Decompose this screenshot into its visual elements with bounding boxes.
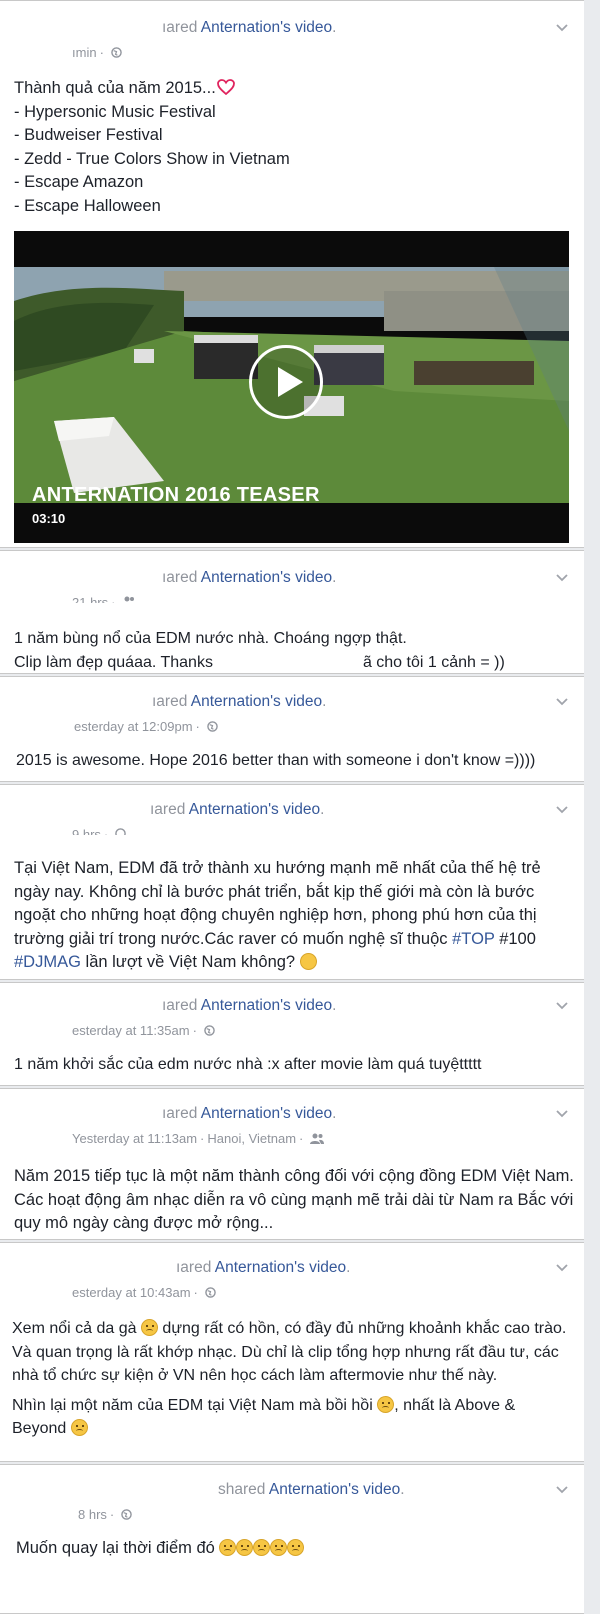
- post-time[interactable]: esterday at 10:43am: [72, 1285, 191, 1300]
- post-header: ıared Anternation's video.: [162, 1105, 337, 1122]
- smile-emoji: [140, 1319, 158, 1336]
- smile-emoji: [377, 1395, 395, 1413]
- crying-emoji: [287, 1539, 305, 1556]
- page-link[interactable]: Anternation: [189, 801, 268, 818]
- post-time[interactable]: 9 hrs: [72, 827, 101, 835]
- video-duration: 03:10: [32, 511, 66, 526]
- globe-icon: [121, 1509, 132, 1520]
- post-header: ıared Anternation's video.: [162, 569, 337, 586]
- post-text: Năm 2015 tiếp tục là một năm thành công …: [14, 1167, 574, 1232]
- post-time[interactable]: Yesterday at 11:13am: [72, 1131, 197, 1146]
- chevron-down-icon[interactable]: [554, 569, 570, 585]
- video-title: ANTERNATION 2016 TEASER: [32, 484, 320, 506]
- chevron-down-icon[interactable]: [554, 693, 570, 709]
- page-link[interactable]: Anternation: [215, 1259, 294, 1276]
- post-meta: esterday at 12:09pm ·: [74, 719, 218, 734]
- post-meta: Yesterday at 11:13am · Hanoi, Vietnam ·: [72, 1131, 324, 1146]
- post-meta: esterday at 10:43am ·: [72, 1285, 216, 1300]
- chevron-down-icon[interactable]: [554, 1259, 570, 1275]
- chevron-down-icon[interactable]: [554, 997, 570, 1013]
- play-button[interactable]: [249, 345, 323, 419]
- post-header: ıared Anternation's video.: [150, 801, 325, 818]
- post-meta: 8 hrs ·: [78, 1507, 132, 1522]
- page-link[interactable]: Anternation: [201, 1105, 280, 1122]
- post-text: 1 năm khởi sắc của edm nước nhà :x after…: [14, 1056, 482, 1073]
- post-meta: 21 hrs ·: [72, 595, 136, 603]
- chevron-down-icon[interactable]: [554, 1105, 570, 1121]
- feed-post: ıared Anternation's video. Yesterday at …: [0, 1088, 584, 1240]
- video-player[interactable]: ANTERNATION 2016 TEASER 03:10: [14, 231, 569, 543]
- post-meta: ımin ·: [72, 45, 122, 60]
- post-header: ıared Anternation's video.: [176, 1259, 351, 1276]
- chevron-down-icon[interactable]: [554, 1481, 570, 1497]
- post-time[interactable]: ımin: [72, 45, 97, 60]
- chevron-down-icon[interactable]: [554, 801, 570, 817]
- post-text: Muốn quay lại thời điểm đó: [16, 1537, 576, 1561]
- grimace-emoji: [299, 953, 317, 970]
- globe-icon: [115, 828, 126, 835]
- globe-icon: [206, 721, 218, 732]
- page-link[interactable]: Anternation: [201, 19, 280, 36]
- smile-emoji: [70, 1419, 88, 1436]
- crying-emoji: [253, 1539, 271, 1556]
- page-link[interactable]: Anternation: [201, 569, 280, 586]
- play-icon: [278, 367, 303, 397]
- post-time[interactable]: esterday at 12:09pm: [74, 719, 193, 734]
- feed-post: ıared Anternation's video. ımin · Thành q…: [0, 0, 584, 548]
- hashtag-link[interactable]: #DJMAG: [14, 953, 81, 971]
- globe-icon: [203, 1025, 215, 1036]
- post-header: ıared Anternation's video.: [162, 997, 337, 1014]
- post-header: ıared Anternation's video.: [152, 693, 327, 710]
- chevron-down-icon[interactable]: [554, 19, 570, 35]
- post-text: 2015 is awesome. Hope 2016 better than w…: [16, 752, 536, 769]
- hashtag-link[interactable]: #TOP: [452, 930, 495, 948]
- page-link[interactable]: Anternation: [201, 997, 280, 1014]
- post-location[interactable]: Hanoi, Vietnam: [207, 1131, 296, 1146]
- post-text: 1 năm bùng nổ của EDM nước nhà. Choáng n…: [14, 630, 505, 671]
- crying-emoji: [219, 1539, 237, 1556]
- globe-icon: [204, 1287, 216, 1298]
- crying-emoji: [236, 1539, 254, 1556]
- globe-icon: [110, 47, 122, 58]
- post-meta: 9 hrs ·: [72, 827, 126, 835]
- post-header: shared Anternation's video.: [218, 1481, 405, 1498]
- post-time[interactable]: 8 hrs: [78, 1507, 107, 1522]
- post-meta: esterday at 11:35am ·: [72, 1023, 215, 1038]
- crying-emoji: [270, 1539, 288, 1556]
- feed-post: ıared Anternation's video. 9 hrs · Tại Vi…: [0, 784, 584, 980]
- page-link[interactable]: Anternation: [191, 693, 270, 710]
- post-text: Xem nổi cả da gà dựng rất có hồn, có đầy…: [12, 1319, 567, 1437]
- friends-icon: [124, 596, 135, 602]
- post-header: ıared Anternation's video.: [162, 19, 337, 36]
- feed-post: ıared Anternation's video. esterday at 1…: [0, 1242, 584, 1462]
- page-link[interactable]: Anternation: [269, 1481, 348, 1498]
- friends-icon: [310, 1133, 324, 1144]
- post-text: Tại Việt Nam, EDM đã trở thành xu hướng …: [14, 859, 541, 971]
- feed-post: ıared Anternation's video. 21 hrs · 1 năm…: [0, 550, 584, 674]
- feed-post: shared Anternation's video. 8 hrs · Muốn …: [0, 1464, 584, 1614]
- heart-icon: [216, 79, 235, 96]
- feed-post: ıared Anternation's video. esterday at 1…: [0, 982, 584, 1086]
- post-text: Thành quả của năm 2015... - Hypersonic M…: [14, 79, 290, 215]
- post-time[interactable]: esterday at 11:35am: [72, 1023, 190, 1038]
- post-time[interactable]: 21 hrs: [72, 595, 108, 603]
- feed-post: ıared Anternation's video. esterday at 1…: [0, 676, 584, 782]
